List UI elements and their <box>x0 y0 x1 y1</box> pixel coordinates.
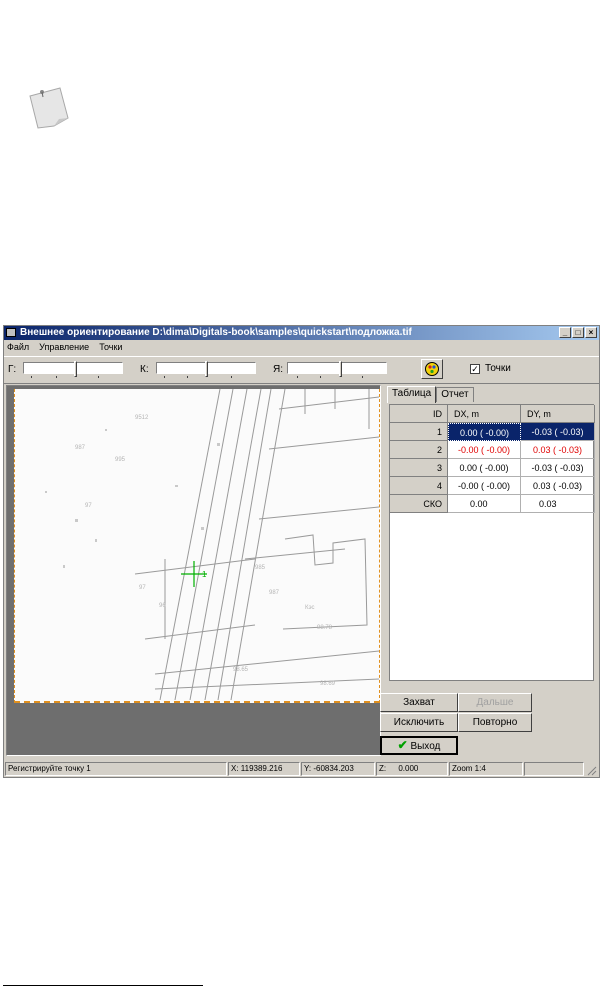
row-id: 4 <box>390 477 448 495</box>
points-toggle[interactable]: ✓ Точки <box>470 363 511 374</box>
rmse-dx: 0.00 <box>448 495 521 513</box>
footnote-divider <box>3 985 203 986</box>
angle-k-slider-thumb[interactable] <box>205 361 208 377</box>
row-id: 1 <box>390 423 448 441</box>
angle-k-label: К: <box>140 364 149 375</box>
checkmark-icon: ✔ <box>397 738 408 752</box>
mode-button[interactable] <box>421 359 443 379</box>
svg-text:98.78: 98.78 <box>317 625 333 631</box>
status-bar: Регистрируйте точку 1 X: 119389.216 Y: -… <box>4 762 599 777</box>
exit-button[interactable]: ✔ Выход <box>380 736 458 755</box>
menu-control[interactable]: Управление <box>39 340 89 354</box>
angle-ya-label: Я: <box>273 364 283 375</box>
capture-button[interactable]: Захват <box>380 693 458 712</box>
resize-grip-icon[interactable] <box>585 764 597 776</box>
header-dy[interactable]: DY, m <box>521 405 595 423</box>
row-dy[interactable]: 0.03 ( -0.03) <box>521 441 595 459</box>
angle-ya-slider[interactable] <box>287 362 387 374</box>
menu-file[interactable]: Файл <box>7 340 29 354</box>
table-row[interactable]: 3 0.00 ( -0.00) -0.03 ( -0.03) <box>390 459 595 477</box>
row-dx[interactable]: 0.00 ( -0.00) <box>448 459 521 477</box>
window-app-icon[interactable] <box>6 328 16 337</box>
row-dx[interactable]: -0.00 ( -0.00) <box>448 477 521 495</box>
row-dx[interactable]: -0.00 ( -0.00) <box>448 441 521 459</box>
menu-points[interactable]: Точки <box>99 340 122 354</box>
svg-text:9512: 9512 <box>135 415 149 421</box>
smiley-icon <box>425 362 439 376</box>
row-dx[interactable]: 0.00 ( -0.00) <box>448 423 521 441</box>
svg-text:98.69: 98.69 <box>320 681 336 687</box>
repeat-button[interactable]: Повторно <box>458 713 532 732</box>
row-id: СКО <box>390 495 448 513</box>
row-dy[interactable]: -0.03 ( -0.03) <box>521 423 595 441</box>
status-extra <box>524 762 584 776</box>
header-dx[interactable]: DX, m <box>448 405 521 423</box>
row-id: 2 <box>390 441 448 459</box>
header-id[interactable]: ID <box>390 405 448 423</box>
next-button[interactable]: Дальше <box>458 693 532 712</box>
point-label: 1 <box>202 570 207 579</box>
menu-bar: Файл Управление Точки <box>4 340 599 354</box>
table-row[interactable]: 2 -0.00 ( -0.00) 0.03 ( -0.03) <box>390 441 595 459</box>
angle-ya-slider-thumb[interactable] <box>339 361 342 377</box>
status-z-label: Z: <box>379 764 387 773</box>
table-summary-row[interactable]: СКО 0.00 0.03 <box>390 495 595 513</box>
svg-text:985: 985 <box>255 565 266 571</box>
table-header-row: ID DX, m DY, m <box>390 405 595 423</box>
points-checkbox-label: Точки <box>485 363 511 374</box>
status-message: Регистрируйте точку 1 <box>5 762 227 776</box>
tab-report[interactable]: Отчет <box>436 387 474 402</box>
svg-text:97: 97 <box>139 585 146 591</box>
exclude-button[interactable]: Исключить <box>380 713 458 732</box>
exit-button-label: Выход <box>410 741 441 752</box>
row-dy[interactable]: 0.03 ( -0.03) <box>521 477 595 495</box>
row-dy[interactable]: -0.03 ( -0.03) <box>521 459 595 477</box>
svg-text:987: 987 <box>75 445 86 451</box>
table-row[interactable]: 1 0.00 ( -0.00) -0.03 ( -0.03) <box>390 423 595 441</box>
svg-text:98.65: 98.65 <box>233 667 249 673</box>
svg-text:Кэс: Кэс <box>305 605 315 611</box>
sticky-note-icon <box>29 87 69 129</box>
svg-text:995: 995 <box>115 457 126 463</box>
panel-tabs: Таблица Отчет <box>387 386 474 403</box>
svg-text:97: 97 <box>85 503 92 509</box>
image-viewport[interactable]: 9512 987 995 97 985 987 98.78 98.65 98.69 Кэс… <box>6 385 381 756</box>
points-checkbox[interactable]: ✓ <box>470 363 480 374</box>
status-y: Y: -60834.203 <box>301 762 375 776</box>
svg-text:96: 96 <box>159 603 166 609</box>
scanned-map-image[interactable]: 9512 987 995 97 985 987 98.78 98.65 98.69 Кэс… <box>14 388 380 703</box>
exterior-orientation-window: Внешнее ориентирование D:\dima\Digitals-… <box>3 325 600 778</box>
close-button[interactable]: × <box>585 327 597 338</box>
window-title: Внешнее ориентирование D:\dima\Digitals-… <box>20 327 412 338</box>
status-z-value: 0.000 <box>398 764 419 773</box>
maximize-button[interactable]: □ <box>572 327 584 338</box>
tab-table[interactable]: Таблица <box>387 386 437 403</box>
angle-g-slider-thumb[interactable] <box>74 361 77 377</box>
rmse-dy: 0.03 <box>521 495 595 513</box>
status-z: Z: 0.000 <box>376 762 448 776</box>
title-bar[interactable]: Внешнее ориентирование D:\dima\Digitals-… <box>4 326 599 340</box>
map-drawing: 9512 987 995 97 985 987 98.78 98.65 98.69 Кэс… <box>45 388 380 701</box>
status-zoom: Zoom 1:4 <box>449 762 523 776</box>
points-panel: Таблица Отчет ID DX, m DY, m 1 0.00 ( -0… <box>384 385 598 685</box>
table-row[interactable]: 4 -0.00 ( -0.00) 0.03 ( -0.03) <box>390 477 595 495</box>
minimize-button[interactable]: _ <box>559 327 571 338</box>
row-id: 3 <box>390 459 448 477</box>
svg-text:987: 987 <box>269 590 280 596</box>
status-x: X: 119389.216 <box>228 762 300 776</box>
points-table[interactable]: ID DX, m DY, m 1 0.00 ( -0.00) -0.03 ( -… <box>389 404 595 681</box>
angle-g-slider[interactable] <box>23 362 123 374</box>
angle-g-label: Г: <box>8 364 17 375</box>
